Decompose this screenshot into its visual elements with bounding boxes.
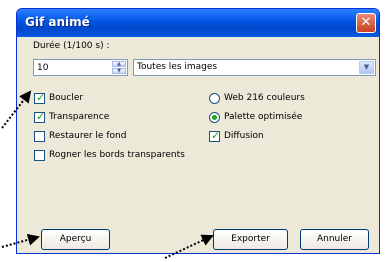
checkbox-loop-label: Boucler: [49, 93, 84, 103]
checkbox-box[interactable]: [34, 131, 45, 142]
checkbox-transparency-label: Transparence: [49, 112, 110, 122]
checkmark-icon: ✓: [211, 129, 221, 142]
checkmark-icon: ✓: [36, 91, 46, 104]
checkbox-restore-background-label: Restaurer le fond: [49, 131, 127, 141]
decrement-button[interactable]: ▼: [112, 68, 126, 74]
preview-button[interactable]: Aperçu: [41, 229, 110, 250]
title-bar: Gif animé ✕: [17, 9, 379, 37]
increment-button[interactable]: ▲: [112, 61, 126, 67]
close-button[interactable]: ✕: [356, 13, 376, 33]
dialog-content: Durée (1/100 s) : ▲ ▼ Toutes les images …: [17, 37, 379, 253]
duration-label: Durée (1/100 s) :: [33, 41, 110, 51]
duration-stepper[interactable]: ▲ ▼: [33, 59, 128, 76]
stepper-buttons: ▲ ▼: [112, 61, 126, 74]
checkbox-diffusion-label: Diffusion: [224, 131, 264, 141]
radio-web-216-colors-label: Web 216 couleurs: [224, 93, 305, 103]
checkbox-box[interactable]: ✓: [34, 110, 46, 123]
checkbox-crop-transparent-edges-label: Rogner les bords transparents: [49, 150, 185, 160]
chevron-up-icon: ▲: [117, 61, 121, 67]
chevron-down-icon: ▼: [363, 63, 370, 71]
close-icon: ✕: [360, 15, 372, 30]
radio-button[interactable]: [209, 112, 220, 123]
checkbox-box[interactable]: ✓: [34, 91, 46, 104]
frames-select-value: Toutes les images: [137, 62, 218, 72]
dropdown-button[interactable]: ▼: [359, 61, 374, 74]
export-button[interactable]: Exporter: [213, 229, 288, 250]
checkbox-box[interactable]: ✓: [209, 129, 221, 142]
dialog-title: Gif animé: [25, 15, 90, 29]
radio-button[interactable]: [209, 93, 220, 104]
cancel-button[interactable]: Annuler: [300, 229, 369, 250]
frames-select[interactable]: Toutes les images ▼: [133, 59, 376, 76]
gif-anime-dialog: Gif animé ✕ Durée (1/100 s) : ▲ ▼ Toutes…: [16, 8, 380, 254]
checkbox-box[interactable]: [34, 150, 45, 161]
radio-optimized-palette-label: Palette optimisée: [224, 112, 303, 122]
checkmark-icon: ✓: [36, 110, 46, 123]
chevron-down-icon: ▼: [117, 68, 121, 74]
duration-input[interactable]: [35, 61, 113, 74]
